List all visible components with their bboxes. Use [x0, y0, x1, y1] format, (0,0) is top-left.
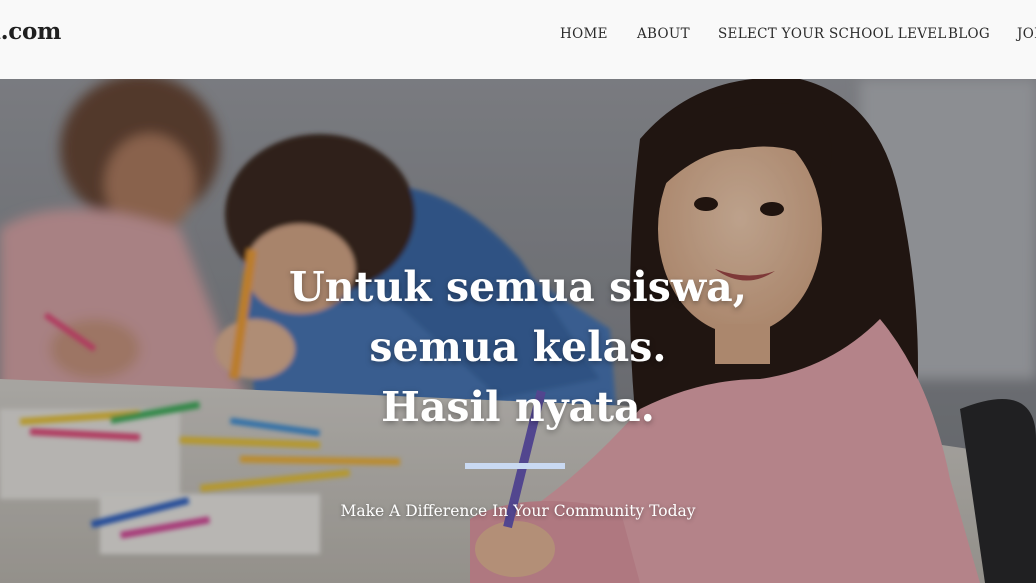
- hero-banner: Untuk semua siswa, semua kelas. Hasil ny…: [0, 79, 1036, 583]
- hero-subtitle: Make A Difference In Your Community Toda…: [340, 502, 696, 520]
- hero-heading-line-2: semua kelas.: [369, 323, 667, 371]
- site-header: a.com HOME ABOUT SELECT YOUR SCHOOL LEVE…: [0, 0, 1036, 79]
- hero-heading-line-1: Untuk semua siswa,: [288, 263, 748, 311]
- nav-item-about[interactable]: ABOUT: [637, 24, 690, 44]
- nav-item-blog[interactable]: BLOG: [948, 24, 990, 44]
- hero-heading-line-3: Hasil nyata.: [381, 383, 655, 431]
- hero-heading: Untuk semua siswa, semua kelas. Hasil ny…: [0, 257, 1036, 437]
- nav-item-join[interactable]: JOI: [1017, 24, 1036, 44]
- nav-item-select-school-level[interactable]: SELECT YOUR SCHOOL LEVEL: [718, 24, 947, 44]
- hero-divider: [465, 463, 565, 469]
- main-nav: HOME ABOUT SELECT YOUR SCHOOL LEVEL BLOG…: [0, 24, 1036, 44]
- nav-item-home[interactable]: HOME: [560, 24, 608, 44]
